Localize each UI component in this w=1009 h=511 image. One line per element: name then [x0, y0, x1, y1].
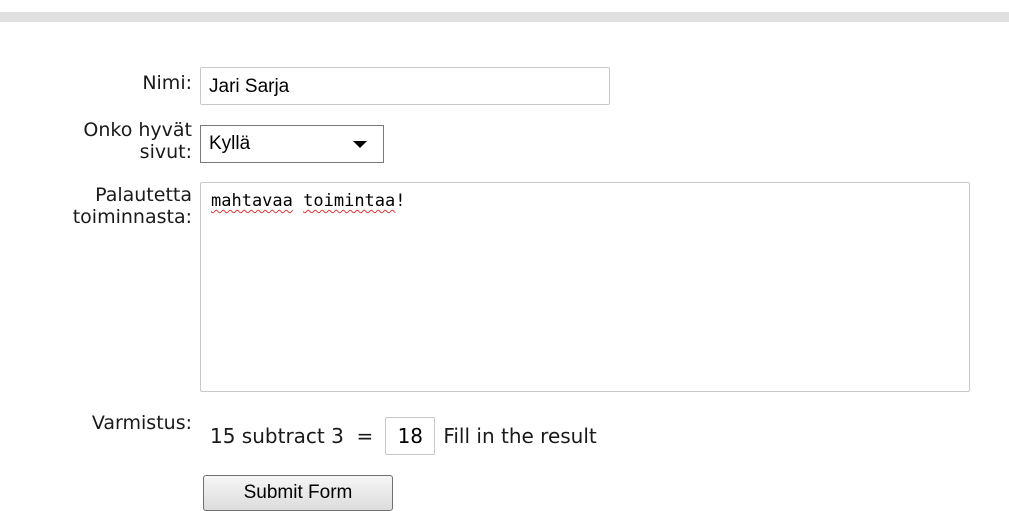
captcha-answer-field[interactable]: 18	[385, 417, 436, 455]
submit-button-label: Submit Form	[243, 482, 353, 503]
rating-label: Onko hyvät sivut:	[83, 119, 192, 163]
feedback-word: toimintaa	[303, 191, 396, 211]
feedback-punctuation: !	[395, 191, 406, 211]
verify-label: Varmistus:	[91, 412, 192, 434]
captcha-question: 15 subtract 3 =	[210, 424, 374, 448]
rating-select[interactable]: Kyllä	[200, 125, 384, 163]
submit-button[interactable]: Submit Form	[203, 475, 393, 511]
name-field-value: Jari Sarja	[209, 76, 290, 97]
chevron-down-icon	[353, 141, 367, 148]
captcha-row: 15 subtract 3 = 18 Fill in the result	[210, 416, 597, 456]
captcha-hint: Fill in the result	[443, 424, 597, 448]
top-divider-bar	[0, 12, 1009, 22]
feedback-label: Palautetta toiminnasta:	[72, 184, 192, 228]
captcha-answer-value: 18	[397, 424, 424, 448]
rating-select-value: Kyllä	[209, 133, 251, 154]
feedback-word: mahtavaa	[211, 191, 293, 211]
name-field[interactable]: Jari Sarja	[200, 67, 610, 105]
name-label: Nimi:	[142, 72, 192, 94]
feedback-textarea[interactable]: mahtavaa toimintaa!	[200, 182, 970, 392]
